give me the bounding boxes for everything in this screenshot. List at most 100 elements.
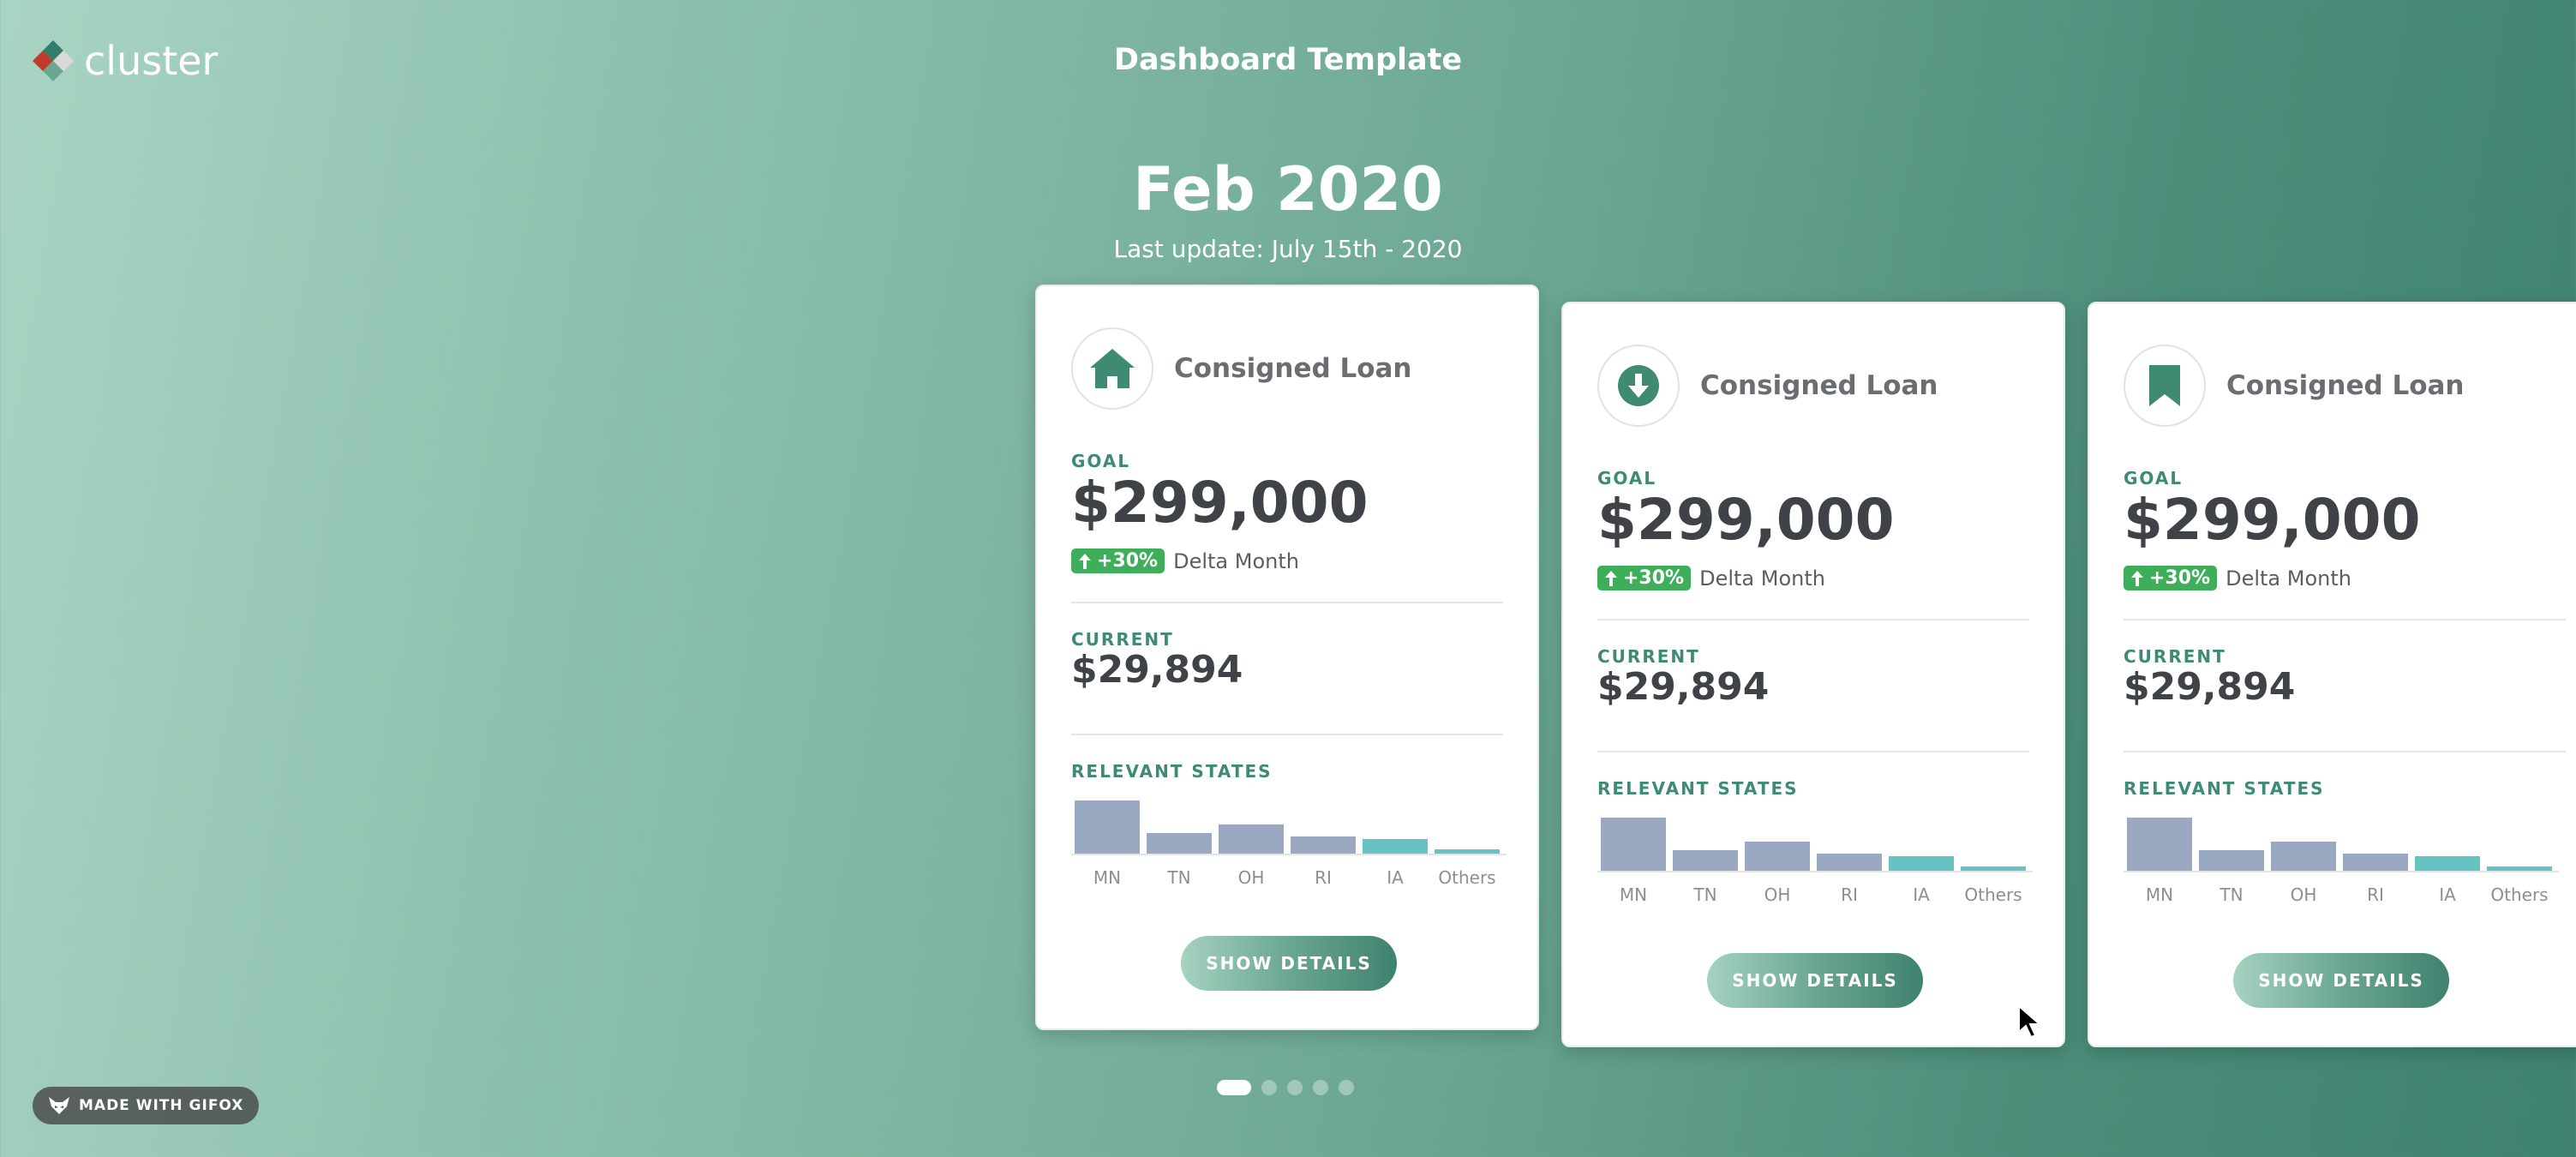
goal-value: $299,000 [1597,487,1895,553]
goal-label: GOAL [1597,468,1657,489]
goal-value: $299,000 [1071,470,1369,536]
current-value: $29,894 [2124,665,2296,709]
chart-tick-label: Others [1438,867,1496,888]
chart-tick-label: OH [2290,884,2317,905]
pagination-dot[interactable] [1339,1080,1354,1095]
show-details-button[interactable]: SHOW DETAILS [1181,936,1397,991]
delta-row: +30% Delta Month [2124,566,2351,590]
delta-label: Delta Month [2226,566,2351,590]
current-label: CURRENT [1071,629,1174,650]
states-bar-chart: MN TN OH RI IA Others [1597,809,2033,905]
pagination-dot[interactable] [1217,1080,1251,1095]
app-title: Dashboard Template [1113,43,1463,77]
show-details-button[interactable]: SHOW DETAILS [1707,953,1923,1008]
goal-value: $299,000 [2124,487,2421,553]
arrow-up-icon [1079,553,1091,569]
chart-tick-label: MN [1619,884,1648,905]
chart-bar-ia [1889,856,1954,871]
states-label: RELEVANT STATES [2124,778,2325,799]
delta-badge: +30% [2124,566,2218,590]
show-details-button[interactable]: SHOW DETAILS [2233,953,2449,1008]
arrow-up-icon [1605,570,1617,586]
states-bar-chart: MN TN OH RI IA Others [1071,792,1507,888]
chart-tick-label: RI [1315,867,1332,888]
states-label: RELEVANT STATES [1071,761,1273,782]
chart-bar-oh [1745,841,1810,871]
chart-tick-label: TN [1693,884,1717,905]
home-icon [1071,327,1153,410]
chart-tick-label: RI [2367,884,2384,905]
chart-tick-label: OH [1237,867,1265,888]
chart-tick-label: IA [1913,884,1930,905]
divider [2124,619,2566,620]
chart-bar-ri [1291,836,1356,854]
card-title: Consigned Loan [2226,370,2465,401]
delta-row: +30% Delta Month [1071,549,1299,573]
delta-row: +30% Delta Month [1597,566,1825,590]
chart-bar-others [2487,866,2552,871]
divider [1597,751,2029,752]
chart-tick-label: IA [2439,884,2456,905]
states-label: RELEVANT STATES [1597,778,1799,799]
loan-card: Consigned Loan GOAL $299,000 +30% Delta … [2088,302,2576,1047]
chart-tick-label: MN [1093,867,1122,888]
loan-card: Consigned Loan GOAL $299,000 +30% Delta … [1561,302,2065,1047]
last-update: Last update: July 15th - 2020 [1113,235,1463,263]
gifox-watermark: MADE WITH GIFOX [33,1087,260,1124]
chart-bar-oh [2271,841,2336,871]
pagination-dot[interactable] [1313,1080,1328,1095]
current-value: $29,894 [1597,665,1770,709]
divider [1071,602,1503,603]
current-label: CURRENT [2124,646,2226,667]
divider [1597,619,2029,620]
chart-bar-mn [1601,818,1666,871]
chart-baseline [1071,854,1507,855]
chart-bar-oh [1219,824,1284,854]
chart-bar-others [1435,849,1500,854]
chart-bar-mn [1075,800,1140,854]
delta-label: Delta Month [1699,566,1825,590]
chart-tick-label: TN [2220,884,2244,905]
current-label: CURRENT [1597,646,1700,667]
current-value: $29,894 [1071,648,1243,692]
chart-tick-label: MN [2145,884,2174,905]
download-circle-icon [1597,345,1680,427]
carousel-pagination [1217,1080,1354,1095]
delta-value: +30% [1623,567,1685,589]
delta-value: +30% [2149,567,2211,589]
card-title: Consigned Loan [1174,353,1412,384]
chart-bar-ri [1817,853,1882,871]
delta-value: +30% [1097,550,1159,572]
states-bar-chart: MN TN OH RI IA Others [2124,809,2559,905]
pagination-dot[interactable] [1287,1080,1303,1095]
loan-card: Consigned Loan GOAL $299,000 +30% Delta … [1035,285,1539,1030]
divider [2124,751,2566,752]
chart-bar-tn [1147,833,1212,854]
chart-bar-others [1961,866,2026,871]
pagination-dot[interactable] [1261,1080,1277,1095]
chart-bar-tn [1673,850,1738,871]
chart-tick-label: RI [1841,884,1858,905]
period-month: Feb 2020 [1133,154,1443,225]
chart-tick-label: Others [1964,884,2022,905]
watermark-text: MADE WITH GIFOX [79,1097,244,1114]
chart-tick-label: Others [2490,884,2549,905]
chart-tick-label: OH [1764,884,1791,905]
chart-tick-label: IA [1387,867,1404,888]
chart-bar-ia [2415,856,2480,871]
fox-icon [49,1097,69,1114]
card-title: Consigned Loan [1700,370,1938,401]
chart-bar-ri [2343,853,2408,871]
chart-baseline [1597,871,2033,872]
goal-label: GOAL [1071,451,1131,471]
chart-bar-mn [2127,818,2192,871]
chart-baseline [2124,871,2559,872]
delta-badge: +30% [1597,566,1692,590]
goal-label: GOAL [2124,468,2184,489]
arrow-up-icon [2131,570,2143,586]
bookmark-icon [2124,345,2206,427]
delta-badge: +30% [1071,549,1165,573]
chart-tick-label: TN [1167,867,1191,888]
mouse-cursor-icon [2018,1004,2042,1039]
chart-bar-ia [1363,839,1428,854]
